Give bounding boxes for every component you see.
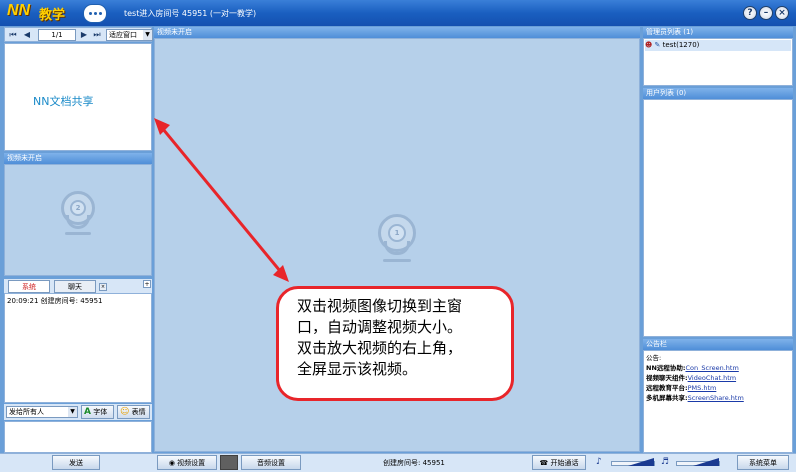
microphone-icon[interactable]: ♪ bbox=[596, 457, 602, 467]
close-tab-icon[interactable]: × bbox=[99, 283, 107, 291]
tab-system[interactable]: 系统 bbox=[8, 280, 50, 293]
notice-board: 公告: NN远程协助:Con_Screen.htm 视频聊天组件:VideoCh… bbox=[643, 350, 793, 453]
doc-toolbar: ⏮ ◀ 1/1 ▶ ⏭ 适应窗口 ▼ bbox=[4, 27, 153, 42]
admin-user-name: test(1270) bbox=[662, 41, 700, 49]
notice-label: NN远程协助: bbox=[646, 364, 686, 372]
annotation-arrow bbox=[154, 118, 289, 282]
main-video-header: 视频未开启 bbox=[154, 27, 640, 38]
user-icon: ☻ bbox=[645, 41, 653, 49]
small-video-panel[interactable]: 2 bbox=[4, 164, 152, 276]
chat-tabs: 系统 聊天 × + bbox=[4, 279, 152, 293]
microphone-icon: ☎ bbox=[539, 459, 549, 467]
title-bar bbox=[0, 0, 796, 26]
bottom-bar: 发送 ◉ 视频设置 音频设置 创建房间号: 45951 ☎ 开始通话 ♪ ♬ 系… bbox=[0, 453, 796, 472]
window-title: test进入房间号 45951 (一对一教学) bbox=[124, 9, 257, 18]
smiley-icon: ☺ bbox=[120, 407, 130, 417]
admin-list-header: 管理员列表 (1) bbox=[643, 27, 793, 38]
admin-list-item[interactable]: ☻ ✎ test(1270) bbox=[645, 40, 791, 51]
start-talk-button[interactable]: ☎ 开始通话 bbox=[532, 455, 586, 470]
notice-link[interactable]: Con_Screen.htm bbox=[685, 364, 738, 372]
room-status: 创建房间号: 45951 bbox=[383, 459, 445, 467]
chevron-down-icon: ▼ bbox=[68, 407, 77, 417]
chat-input[interactable] bbox=[4, 421, 152, 453]
chevron-down-icon: ▼ bbox=[143, 30, 152, 40]
webcam-icon: 2 bbox=[61, 191, 97, 247]
video-settings-label: 视频设置 bbox=[177, 459, 206, 467]
notice-title: 公告: bbox=[646, 354, 662, 362]
help-button[interactable]: ? bbox=[743, 6, 757, 20]
font-button[interactable]: A 字体 bbox=[81, 405, 114, 419]
webcam-icon: 1 bbox=[378, 214, 418, 274]
video-preview-icon[interactable] bbox=[220, 455, 238, 470]
first-page-icon[interactable]: ⏮ bbox=[8, 30, 18, 40]
notice-link[interactable]: ScreenShare.htm bbox=[688, 394, 744, 402]
send-button[interactable]: 发送 bbox=[52, 455, 100, 470]
tab-chat[interactable]: 聊天 bbox=[54, 280, 96, 293]
chat-bar: 发给所有人 ▼ A 字体 ☺ 表情 bbox=[4, 404, 152, 420]
last-page-icon[interactable]: ⏭ bbox=[92, 30, 102, 40]
fit-window-select[interactable]: 适应窗口 ▼ bbox=[106, 29, 153, 41]
camera-icon: ◉ bbox=[168, 459, 175, 467]
doc-share-label: NN文档共享 bbox=[33, 95, 94, 108]
admin-list: ☻ ✎ test(1270) bbox=[643, 38, 793, 86]
notice-label: 远程教育平台: bbox=[646, 384, 688, 392]
fit-select-value: 适应窗口 bbox=[109, 31, 137, 39]
user-list bbox=[643, 99, 793, 337]
font-icon: A bbox=[84, 407, 91, 417]
speaker-icon[interactable]: ♬ bbox=[661, 457, 669, 467]
cam-number: 2 bbox=[70, 200, 86, 216]
send-to-select[interactable]: 发给所有人 ▼ bbox=[6, 406, 78, 418]
callout-line: 双击视频图像切换到主窗 bbox=[297, 297, 463, 315]
video-settings-button[interactable]: ◉ 视频设置 bbox=[157, 455, 217, 470]
callout-line: 双击放大视频的右上角， bbox=[297, 339, 463, 357]
notice-label: 视频聊天组件: bbox=[646, 374, 688, 382]
minimize-button[interactable]: – bbox=[759, 6, 773, 20]
notice-header: 公告栏 bbox=[643, 339, 793, 350]
app-logo: NN 教学 bbox=[3, 2, 118, 24]
notice-label: 多机屏幕共享: bbox=[646, 394, 688, 402]
mic-volume-slider[interactable] bbox=[611, 458, 655, 466]
chat-log: 20:09:21 创建房间号: 45951 bbox=[4, 293, 152, 403]
logo-text: 教学 bbox=[39, 8, 66, 23]
chat-log-entry: 20:09:21 创建房间号: 45951 bbox=[7, 297, 103, 305]
speaker-volume-slider[interactable] bbox=[676, 458, 720, 466]
document-share-area[interactable]: NN文档共享 bbox=[4, 43, 152, 151]
emoji-button[interactable]: ☺ 表情 bbox=[117, 405, 150, 419]
emoji-button-label: 表情 bbox=[131, 408, 146, 416]
cam-number: 1 bbox=[388, 224, 406, 242]
pen-icon: ✎ bbox=[654, 41, 661, 49]
next-page-icon[interactable]: ▶ bbox=[79, 30, 89, 40]
chat-bubble-icon bbox=[83, 4, 107, 23]
font-button-label: 字体 bbox=[93, 408, 108, 416]
user-list-header: 用户列表 (0) bbox=[643, 88, 793, 99]
notice-link[interactable]: PMS.htm bbox=[688, 384, 717, 392]
start-talk-label: 开始通话 bbox=[550, 459, 579, 467]
callout-line: 口，自动调整视频大小。 bbox=[297, 318, 463, 336]
close-button[interactable]: × bbox=[775, 6, 789, 20]
callout-line: 全屏显示该视频。 bbox=[297, 360, 418, 378]
logo-nn: NN bbox=[7, 2, 31, 19]
prev-page-icon[interactable]: ◀ bbox=[22, 30, 32, 40]
audio-settings-button[interactable]: 音频设置 bbox=[241, 455, 301, 470]
small-video-header: 视频未开启 bbox=[4, 153, 152, 164]
annotation-callout: 双击视频图像切换到主窗 口，自动调整视频大小。 双击放大视频的右上角， 全屏显示… bbox=[276, 286, 514, 401]
page-number-field[interactable]: 1/1 bbox=[38, 29, 76, 41]
notice-link[interactable]: VideoChat.htm bbox=[688, 374, 736, 382]
system-menu-button[interactable]: 系统菜单 bbox=[737, 455, 789, 470]
send-to-value: 发给所有人 bbox=[9, 408, 44, 416]
